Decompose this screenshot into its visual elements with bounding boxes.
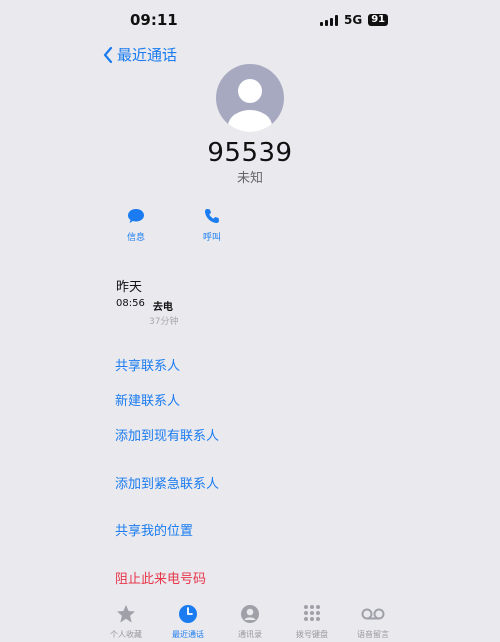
status-time: 09:11 bbox=[130, 11, 178, 29]
message-button[interactable]: 信息 bbox=[106, 208, 166, 243]
battery-icon: 91 bbox=[368, 14, 389, 26]
star-icon bbox=[117, 605, 135, 623]
person-icon bbox=[228, 79, 272, 132]
voicemail-icon bbox=[361, 608, 385, 620]
keypad-icon bbox=[304, 605, 320, 621]
message-label: 信息 bbox=[126, 233, 145, 243]
history-duration: 37分钟 bbox=[149, 317, 179, 327]
tab-contacts[interactable]: 通讯录 bbox=[220, 604, 280, 640]
tab-recents[interactable]: 最近通话 bbox=[158, 604, 218, 640]
history-row: 08:56 去电 bbox=[116, 298, 173, 313]
add-to-existing-contact-link[interactable]: 添加到现有联系人 bbox=[115, 425, 219, 444]
contacts-icon bbox=[241, 605, 259, 623]
block-caller-link[interactable]: 阻止此来电号码 bbox=[115, 568, 206, 587]
tab-recents-label: 最近通话 bbox=[172, 630, 204, 639]
tab-favorites-label: 个人收藏 bbox=[110, 630, 142, 639]
add-to-emergency-contact-link[interactable]: 添加到紧急联系人 bbox=[115, 473, 219, 492]
call-button[interactable]: 呼叫 bbox=[182, 208, 242, 243]
phone-icon bbox=[205, 209, 219, 223]
network-label: 5G bbox=[344, 13, 363, 27]
share-contact-link[interactable]: 共享联系人 bbox=[115, 355, 180, 374]
back-label: 最近通话 bbox=[117, 46, 178, 64]
history-day: 昨天 bbox=[116, 280, 143, 295]
tab-voicemail[interactable]: 语音留言 bbox=[343, 604, 403, 640]
phone-number: 95539 bbox=[207, 138, 293, 168]
call-label: 呼叫 bbox=[202, 233, 221, 243]
message-icon bbox=[128, 209, 144, 223]
history-time: 08:56 bbox=[116, 298, 145, 309]
tab-keypad[interactable]: 拨号键盘 bbox=[282, 604, 342, 640]
new-contact-link[interactable]: 新建联系人 bbox=[115, 390, 180, 409]
history-type: 去电 bbox=[152, 302, 173, 313]
tab-keypad-label: 拨号键盘 bbox=[296, 630, 328, 639]
contact-subtitle: 未知 bbox=[236, 171, 263, 186]
status-indicators: 5G 91 bbox=[320, 12, 389, 28]
tab-favorites[interactable]: 个人收藏 bbox=[96, 604, 156, 640]
avatar bbox=[216, 64, 284, 132]
share-location-link[interactable]: 共享我的位置 bbox=[115, 520, 193, 539]
chevron-left-icon bbox=[103, 46, 113, 63]
clock-icon bbox=[179, 605, 197, 623]
signal-icon bbox=[320, 14, 338, 26]
back-button[interactable]: 最近通话 bbox=[103, 44, 177, 65]
tab-contacts-label: 通讯录 bbox=[238, 630, 262, 639]
tab-voicemail-label: 语音留言 bbox=[357, 630, 389, 639]
